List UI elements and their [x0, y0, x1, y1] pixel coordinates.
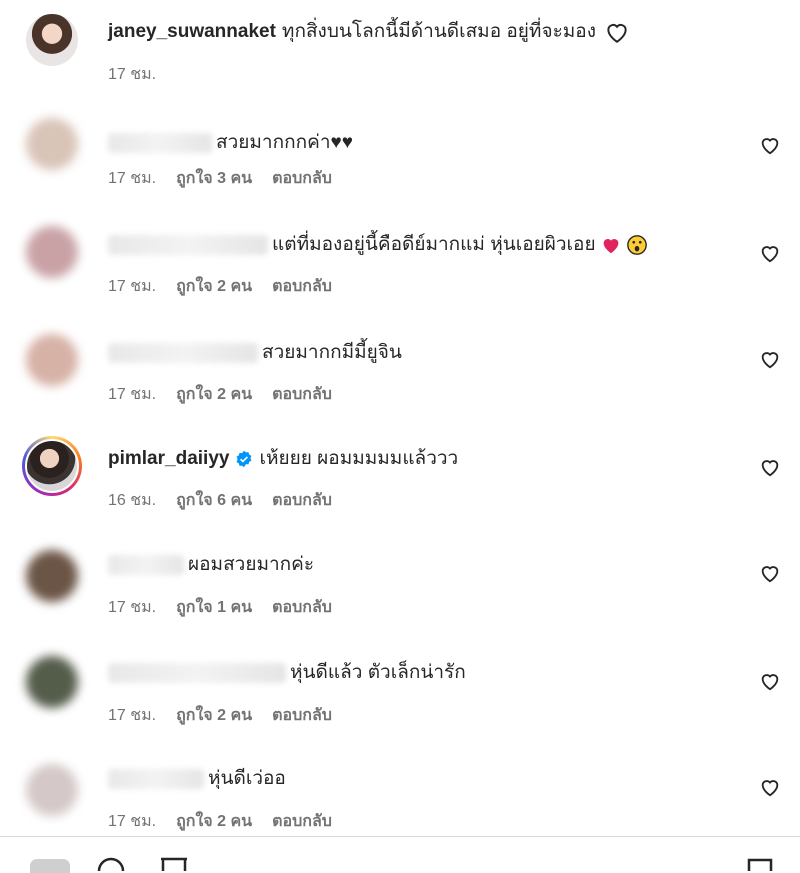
avatar[interactable] — [26, 226, 78, 278]
timestamp: 16 ชม. — [108, 492, 157, 509]
reply-button[interactable]: ตอบกลับ — [272, 595, 332, 620]
likes-count[interactable]: ถูกใจ 3 คน — [176, 166, 252, 191]
comment-text: ผอมสวยมากค่ะ — [188, 554, 315, 575]
comment-meta: 17 ชม. ถูกใจ 2 คน ตอบกลับ — [108, 274, 332, 299]
reply-button[interactable]: ตอบกลับ — [272, 488, 332, 513]
comment-text: แต่ที่มองอยู่นี้คือดีย์มากแม่ หุ่นเอยผิว… — [272, 234, 596, 255]
likes-count[interactable]: ถูกใจ 2 คน — [176, 382, 252, 407]
comment-text: เห้ยยย ผอมมมมมแล้ววว — [259, 448, 459, 469]
timestamp: 17 ชม. — [108, 170, 157, 187]
comment-row: สวยมากกมีมี้ยูจิน 17 ชม. ถูกใจ 2 คน ตอบก… — [0, 324, 800, 432]
surprised-face-emoji-icon — [626, 235, 647, 255]
reply-button[interactable]: ตอบกลับ — [272, 166, 332, 191]
timestamp: 17 ชม. — [108, 278, 157, 295]
comment-text: สวยมากกมีมี้ยูจิน — [262, 342, 402, 363]
verified-badge-icon — [237, 450, 252, 468]
like-heart-icon[interactable] — [759, 456, 781, 478]
timestamp: 17 ชม. — [108, 599, 157, 616]
like-heart-icon[interactable] — [759, 348, 781, 370]
like-heart-icon[interactable] — [759, 562, 781, 584]
comment-line: ผอมสวยมากค่ะ — [108, 552, 314, 578]
likes-count[interactable]: ถูกใจ 6 คน — [176, 488, 252, 513]
caption-line: janey_suwannaket ทุกสิ่งบนโลกนี้มีด้านดี… — [108, 19, 630, 45]
caption-text: ทุกสิ่งบนโลกนี้มีด้านดีเสมอ อยู่ที่จะมอง — [281, 21, 596, 42]
username-redacted[interactable] — [108, 343, 258, 363]
avatar-story-ring[interactable] — [22, 436, 82, 496]
timestamp: 17 ชม. — [108, 386, 157, 403]
comment-meta: 17 ชม. ถูกใจ 2 คน ตอบกลับ — [108, 703, 332, 728]
comment-text: หุ่นดีเว่ออ — [208, 768, 286, 789]
comment-meta: 17 ชม. ถูกใจ 3 คน ตอบกลับ — [108, 166, 332, 191]
red-heart-emoji-icon — [603, 239, 618, 254]
username-redacted[interactable] — [108, 769, 204, 789]
share-icon[interactable] — [159, 857, 189, 871]
timestamp: 17 ชม. — [108, 813, 157, 830]
comment-icon[interactable] — [97, 857, 125, 871]
comment-row: pimlar_daiiyy เห้ยยย ผอมมมมมแล้ววว 16 ชม… — [0, 432, 800, 540]
like-heart-icon[interactable] — [759, 776, 781, 798]
heart-outline-icon — [607, 24, 627, 43]
likes-count[interactable]: ถูกใจ 2 คน — [176, 274, 252, 299]
like-heart-icon[interactable] — [759, 134, 781, 156]
comment-line: หุ่นดีแล้ว ตัวเล็กน่ารัก — [108, 660, 466, 686]
comment-line: pimlar_daiiyy เห้ยยย ผอมมมมมแล้ววว — [108, 446, 458, 472]
avatar[interactable] — [26, 334, 78, 386]
comment-meta: 17 ชม. ถูกใจ 2 คน ตอบกลับ — [108, 382, 332, 407]
like-heart-icon[interactable] — [759, 242, 781, 264]
username-redacted[interactable] — [108, 133, 212, 153]
comment-meta: 16 ชม. ถูกใจ 6 คน ตอบกลับ — [108, 488, 332, 513]
comment-line: สวยมากกกค่า♥♥ — [108, 130, 353, 156]
comment-line: หุ่นดีเว่ออ — [108, 766, 286, 792]
like-heart-icon[interactable] — [759, 670, 781, 692]
reply-button[interactable]: ตอบกลับ — [272, 703, 332, 728]
comment-row: แต่ที่มองอยู่นี้คือดีย์มากแม่ หุ่นเอยผิว… — [0, 216, 800, 324]
caption-meta: 17 ชม. — [108, 62, 156, 87]
likes-count[interactable]: ถูกใจ 1 คน — [176, 595, 252, 620]
username-redacted[interactable] — [108, 235, 268, 255]
action-bar — [0, 836, 800, 873]
comment-text: สวยมากกกค่า♥♥ — [216, 132, 354, 153]
avatar[interactable] — [25, 439, 79, 493]
caption-username[interactable]: janey_suwannaket — [108, 19, 276, 45]
caption-row: janey_suwannaket ทุกสิ่งบนโลกนี้มีด้านดี… — [0, 0, 800, 108]
username-redacted[interactable] — [108, 555, 184, 575]
avatar[interactable] — [30, 859, 70, 873]
comment-line: สวยมากกมีมี้ยูจิน — [108, 340, 402, 366]
avatar[interactable] — [26, 764, 78, 816]
timestamp: 17 ชม. — [108, 707, 157, 724]
save-icon[interactable] — [746, 857, 774, 871]
comment-text: หุ่นดีแล้ว ตัวเล็กน่ารัก — [290, 662, 466, 683]
reply-button[interactable]: ตอบกลับ — [272, 382, 332, 407]
comment-username[interactable]: pimlar_daiiyy — [108, 446, 229, 472]
likes-count[interactable]: ถูกใจ 2 คน — [176, 809, 252, 834]
comment-row: ผอมสวยมากค่ะ 17 ชม. ถูกใจ 1 คน ตอบกลับ — [0, 540, 800, 648]
avatar[interactable] — [26, 550, 78, 602]
timestamp: 17 ชม. — [108, 66, 157, 83]
comment-meta: 17 ชม. ถูกใจ 2 คน ตอบกลับ — [108, 809, 332, 834]
comment-line: แต่ที่มองอยู่นี้คือดีย์มากแม่ หุ่นเอยผิว… — [108, 232, 648, 258]
avatar[interactable] — [26, 118, 78, 170]
comment-row: สวยมากกกค่า♥♥ 17 ชม. ถูกใจ 3 คน ตอบกลับ — [0, 108, 800, 216]
reply-button[interactable]: ตอบกลับ — [272, 809, 332, 834]
avatar[interactable] — [26, 14, 78, 66]
reply-button[interactable]: ตอบกลับ — [272, 274, 332, 299]
comment-meta: 17 ชม. ถูกใจ 1 คน ตอบกลับ — [108, 595, 332, 620]
likes-count[interactable]: ถูกใจ 2 คน — [176, 703, 252, 728]
comment-row: หุ่นดีแล้ว ตัวเล็กน่ารัก 17 ชม. ถูกใจ 2 … — [0, 648, 800, 756]
avatar[interactable] — [26, 656, 78, 708]
username-redacted[interactable] — [108, 663, 286, 683]
